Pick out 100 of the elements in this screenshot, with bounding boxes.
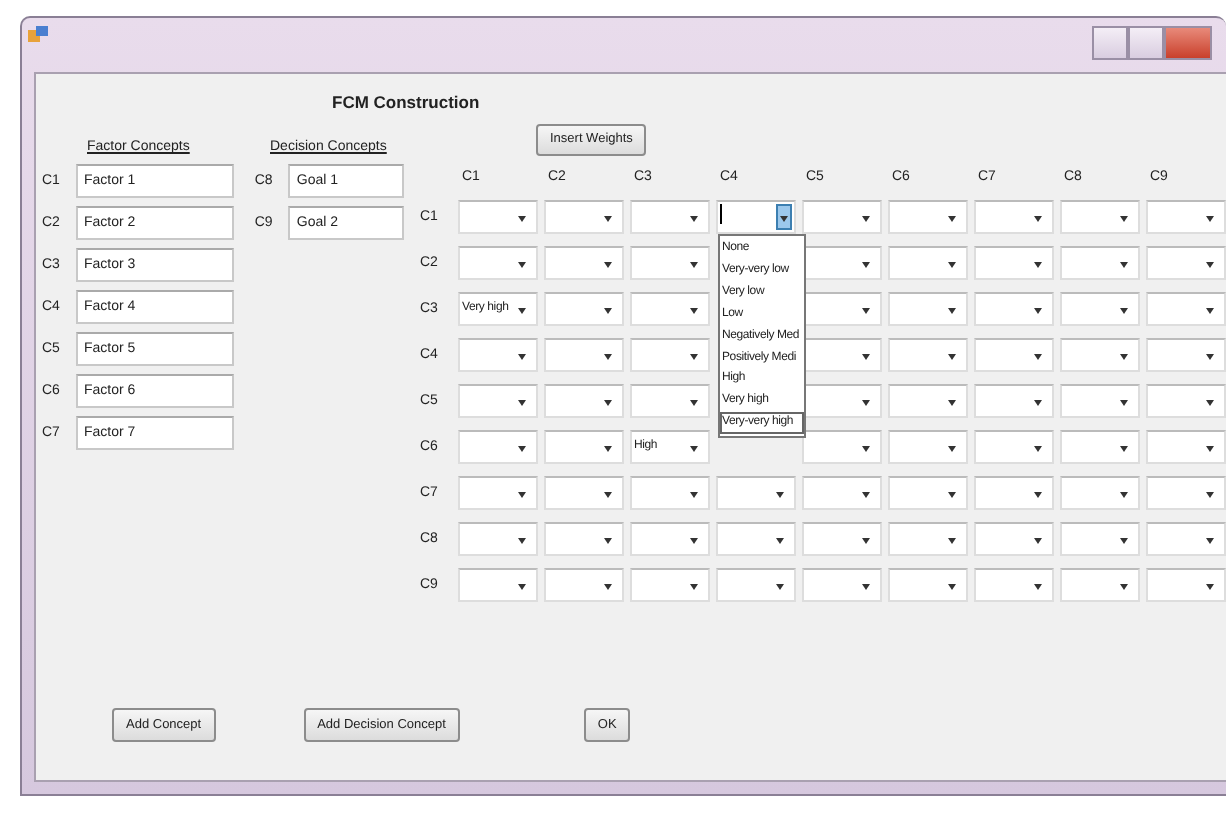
weight-dropdown[interactable] <box>802 292 882 326</box>
caret-icon <box>690 216 698 222</box>
weight-dropdown[interactable] <box>630 338 710 372</box>
caret-icon <box>862 492 870 498</box>
maximize-button[interactable] <box>1128 26 1164 60</box>
weight-dropdown[interactable] <box>630 476 710 510</box>
weight-dropdown[interactable] <box>1146 522 1226 556</box>
weight-dropdown[interactable] <box>888 292 968 326</box>
caret-icon <box>518 400 526 406</box>
weight-dropdown[interactable] <box>888 568 968 602</box>
weight-dropdown[interactable] <box>1146 246 1226 280</box>
caret-icon <box>518 446 526 452</box>
weight-dropdown[interactable] <box>544 522 624 556</box>
caret-icon <box>604 584 612 590</box>
weight-dropdown[interactable] <box>1146 568 1226 602</box>
weight-dropdown[interactable] <box>1060 384 1140 418</box>
weight-dropdown[interactable] <box>802 338 882 372</box>
weight-dropdown[interactable] <box>802 200 882 234</box>
caret-icon <box>1206 262 1214 268</box>
weight-dropdown[interactable] <box>630 568 710 602</box>
caret-icon <box>1206 354 1214 360</box>
caret-icon <box>862 584 870 590</box>
weight-dropdown[interactable] <box>1060 200 1140 234</box>
caret-icon <box>690 538 698 544</box>
caret-icon <box>518 538 526 544</box>
weight-dropdown[interactable] <box>1146 292 1226 326</box>
weight-dropdown[interactable] <box>458 200 538 234</box>
weight-dropdown[interactable] <box>716 522 796 556</box>
caret-icon <box>1034 216 1042 222</box>
weight-dropdown[interactable] <box>716 568 796 602</box>
weight-dropdown[interactable] <box>974 292 1054 326</box>
weight-dropdown[interactable] <box>1060 476 1140 510</box>
caret-icon <box>948 538 956 544</box>
caret-icon <box>948 308 956 314</box>
weight-dropdown[interactable] <box>1060 522 1140 556</box>
weight-dropdown[interactable] <box>802 522 882 556</box>
weight-dropdown[interactable] <box>802 246 882 280</box>
weight-dropdown[interactable] <box>630 384 710 418</box>
weight-dropdown[interactable] <box>630 200 710 234</box>
caret-icon <box>690 262 698 268</box>
weight-dropdown[interactable] <box>630 292 710 326</box>
weight-dropdown[interactable] <box>974 476 1054 510</box>
weight-dropdown[interactable] <box>802 568 882 602</box>
caret-icon <box>604 262 612 268</box>
weight-dropdown[interactable] <box>888 338 968 372</box>
weight-dropdown[interactable] <box>974 384 1054 418</box>
weight-dropdown[interactable] <box>974 338 1054 372</box>
weight-dropdown[interactable] <box>458 338 538 372</box>
weight-dropdown[interactable] <box>1146 200 1226 234</box>
weight-dropdown[interactable] <box>544 384 624 418</box>
weight-dropdown[interactable] <box>544 246 624 280</box>
caret-icon <box>1206 308 1214 314</box>
weight-dropdown[interactable] <box>544 476 624 510</box>
weight-dropdown[interactable] <box>974 246 1054 280</box>
weight-dropdown[interactable] <box>888 522 968 556</box>
weight-dropdown[interactable] <box>458 522 538 556</box>
caret-icon <box>1034 446 1042 452</box>
weight-dropdown[interactable] <box>888 384 968 418</box>
weight-dropdown[interactable] <box>458 246 538 280</box>
weight-dropdown[interactable] <box>974 430 1054 464</box>
weight-dropdown[interactable] <box>802 430 882 464</box>
weight-dropdown[interactable] <box>544 200 624 234</box>
weight-dropdown[interactable] <box>630 522 710 556</box>
weight-dropdown[interactable] <box>888 246 968 280</box>
weight-dropdown[interactable] <box>1146 384 1226 418</box>
caret-icon <box>862 262 870 268</box>
weight-dropdown[interactable] <box>1060 246 1140 280</box>
weight-dropdown[interactable] <box>802 384 882 418</box>
weight-dropdown[interactable] <box>544 338 624 372</box>
weight-dropdown[interactable] <box>1146 338 1226 372</box>
weight-dropdown[interactable] <box>1146 430 1226 464</box>
weight-dropdown[interactable] <box>974 522 1054 556</box>
caret-icon <box>1034 538 1042 544</box>
weight-dropdown[interactable] <box>458 568 538 602</box>
weight-dropdown[interactable] <box>458 384 538 418</box>
weight-dropdown[interactable] <box>1060 568 1140 602</box>
weight-dropdown[interactable] <box>458 430 538 464</box>
weight-dropdown[interactable] <box>888 200 968 234</box>
weight-dropdown[interactable] <box>544 568 624 602</box>
weight-dropdown[interactable] <box>888 476 968 510</box>
weight-dropdown[interactable] <box>802 476 882 510</box>
weight-dropdown[interactable] <box>1060 292 1140 326</box>
close-button[interactable] <box>1164 26 1212 60</box>
weight-dropdown[interactable] <box>1060 338 1140 372</box>
weight-dropdown[interactable] <box>1060 430 1140 464</box>
weight-dropdown[interactable] <box>888 430 968 464</box>
weight-dropdown[interactable] <box>974 568 1054 602</box>
caret-icon <box>776 538 784 544</box>
caret-icon <box>1120 216 1128 222</box>
caret-icon <box>1034 308 1042 314</box>
weight-dropdown[interactable] <box>716 476 796 510</box>
weight-dropdown[interactable] <box>544 292 624 326</box>
weight-dropdown[interactable] <box>1146 476 1226 510</box>
weight-dropdown[interactable] <box>458 476 538 510</box>
dropdown-button[interactable] <box>776 204 792 230</box>
weight-dropdown[interactable] <box>974 200 1054 234</box>
weight-dropdown[interactable] <box>544 430 624 464</box>
weight-dropdown[interactable] <box>630 246 710 280</box>
caret-icon <box>1120 308 1128 314</box>
minimize-button[interactable] <box>1092 26 1128 60</box>
